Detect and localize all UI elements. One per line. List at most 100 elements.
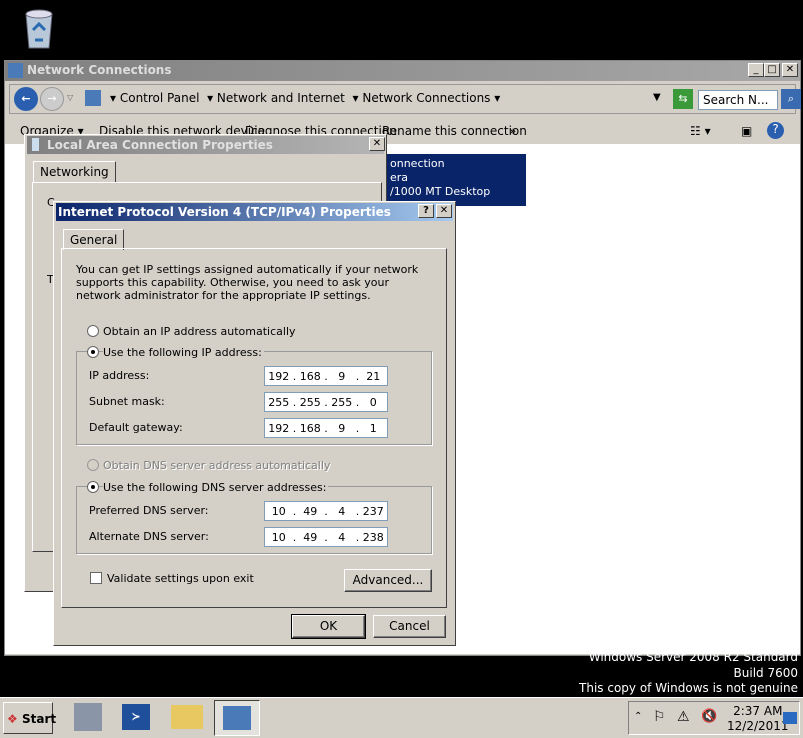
octet: 9 bbox=[338, 369, 346, 383]
crumb-control-panel[interactable]: ▾ Control Panel bbox=[110, 91, 199, 105]
close-button[interactable]: ✕ bbox=[436, 204, 452, 218]
octet: 9 bbox=[338, 421, 346, 435]
ip-address-field[interactable]: 192. 168. 9. 21 bbox=[264, 366, 388, 386]
action-center-flag-icon[interactable]: ⚐ bbox=[653, 709, 666, 725]
genuine-watermark: This copy of Windows is not genuine bbox=[579, 681, 798, 695]
recycle-bin-icon[interactable] bbox=[20, 6, 58, 52]
show-desktop-icon[interactable] bbox=[783, 712, 797, 724]
octet: 4 bbox=[338, 504, 346, 518]
octet: 4 bbox=[338, 530, 346, 544]
breadcrumb: ▾ Control Panel ▾ Network and Internet ▾… bbox=[110, 91, 500, 109]
connection-name: onnection bbox=[390, 157, 445, 170]
show-hidden-icons-icon[interactable]: ⌃ bbox=[634, 711, 642, 722]
rename-button[interactable]: Rename this connection bbox=[382, 124, 527, 138]
ip-address-label: IP address: bbox=[89, 369, 150, 382]
clock[interactable]: 2:37 AM 12/2/2011 bbox=[727, 704, 789, 734]
octet: 168 bbox=[299, 369, 321, 383]
close-button[interactable]: ✕ bbox=[369, 137, 385, 151]
advanced-button[interactable]: Advanced... bbox=[344, 569, 432, 592]
window-title: Network Connections bbox=[5, 61, 800, 81]
connection-status: era bbox=[390, 171, 409, 184]
crumb-network-connections[interactable]: ▾ Network Connections ▾ bbox=[353, 91, 501, 105]
octet: 10 bbox=[271, 530, 286, 544]
network-connections-task[interactable] bbox=[214, 700, 260, 736]
dialog-title: Local Area Connection Properties bbox=[27, 136, 384, 154]
clock-date: 12/2/2011 bbox=[727, 719, 789, 733]
selected-connection-item[interactable]: onnection era /1000 MT Desktop Adap... bbox=[386, 154, 526, 212]
tab-general[interactable]: General bbox=[63, 229, 125, 250]
crumb-label: Network Connections bbox=[362, 91, 491, 105]
use-following-dns-radio[interactable] bbox=[87, 481, 99, 493]
use-following-ip-label[interactable]: Use the following IP address: bbox=[103, 346, 264, 359]
start-button[interactable]: ❖ Start bbox=[3, 702, 56, 734]
help-icon[interactable]: ? bbox=[767, 122, 784, 139]
network-adapter-icon bbox=[32, 138, 39, 151]
intro-text: You can get IP settings assigned automat… bbox=[76, 263, 419, 302]
back-button[interactable]: ← bbox=[14, 87, 38, 111]
cancel-button[interactable]: Cancel bbox=[373, 615, 446, 638]
default-gateway-field[interactable]: 192. 168. 9. 1 bbox=[264, 418, 388, 438]
network-warning-icon[interactable]: ⚠ bbox=[677, 709, 690, 725]
refresh-icon[interactable]: ⇆ bbox=[673, 89, 693, 109]
crumb-network-internet[interactable]: ▾ Network and Internet bbox=[207, 91, 345, 105]
volume-muted-icon[interactable]: 🔇 bbox=[701, 709, 717, 724]
preview-pane-icon[interactable]: ▣ bbox=[741, 124, 752, 138]
octet: 49 bbox=[303, 530, 318, 544]
address-bar: ← → ▽ ▾ Control Panel ▾ Network and Inte… bbox=[9, 84, 801, 114]
use-following-dns-label[interactable]: Use the following DNS server addresses: bbox=[103, 481, 329, 494]
clock-time: 2:37 AM bbox=[733, 704, 783, 718]
octet: 10 bbox=[271, 504, 286, 518]
octet: 238 bbox=[362, 530, 384, 544]
preferred-dns-field[interactable]: 10. 49. 4. 237 bbox=[264, 501, 388, 521]
subnet-mask-field[interactable]: 255. 255. 255. 0 bbox=[264, 392, 388, 412]
default-gateway-label: Default gateway: bbox=[89, 421, 183, 434]
use-following-ip-radio[interactable] bbox=[87, 346, 99, 358]
dialog-title: Internet Protocol Version 4 (TCP/IPv4) P… bbox=[56, 203, 453, 221]
obtain-dns-auto-radio[interactable] bbox=[87, 459, 99, 471]
network-connections-icon bbox=[223, 706, 251, 730]
ipv4-properties-dialog: Internet Protocol Version 4 (TCP/IPv4) P… bbox=[53, 201, 456, 646]
alternate-dns-field[interactable]: 10. 49. 4. 238 bbox=[264, 527, 388, 547]
powershell-icon[interactable]: ≻ bbox=[122, 704, 150, 730]
forward-button[interactable]: → bbox=[40, 87, 64, 111]
alternate-dns-label: Alternate DNS server: bbox=[89, 530, 209, 543]
edition-watermark: Windows Server 2008 R2 Standard bbox=[588, 650, 798, 664]
address-dropdown-icon[interactable]: ▼ bbox=[653, 92, 661, 103]
server-manager-icon[interactable] bbox=[74, 703, 102, 731]
obtain-ip-auto-label[interactable]: Obtain an IP address automatically bbox=[103, 325, 296, 338]
octet: 1 bbox=[369, 421, 377, 435]
build-watermark: Build 7600 bbox=[733, 666, 798, 680]
octet: 255 bbox=[268, 395, 290, 409]
explorer-icon[interactable] bbox=[171, 705, 203, 729]
octet: 255 bbox=[299, 395, 321, 409]
notification-area: ⌃ ⚐ ⚠ 🔇 2:37 AM 12/2/2011 bbox=[628, 701, 800, 735]
obtain-dns-auto-label[interactable]: Obtain DNS server address automatically bbox=[103, 459, 330, 472]
validate-label[interactable]: Validate settings upon exit bbox=[107, 572, 254, 585]
windows-logo-icon: ❖ bbox=[7, 712, 18, 726]
help-button[interactable]: ? bbox=[418, 204, 434, 218]
validate-checkbox[interactable] bbox=[90, 572, 102, 584]
ok-button[interactable]: OK bbox=[291, 614, 366, 639]
history-dropdown-icon[interactable]: ▽ bbox=[67, 93, 73, 102]
search-input[interactable]: Search N... bbox=[698, 90, 778, 110]
octet: 49 bbox=[303, 504, 318, 518]
general-panel: You can get IP settings assigned automat… bbox=[61, 248, 447, 608]
minimize-button[interactable]: _ bbox=[748, 63, 764, 77]
search-icon[interactable]: ⌕ bbox=[781, 89, 801, 109]
octet: 0 bbox=[369, 395, 377, 409]
view-options-icon[interactable]: ☷ ▾ bbox=[690, 124, 711, 138]
close-button[interactable]: ✕ bbox=[782, 63, 798, 77]
crumb-label: Network and Internet bbox=[216, 91, 345, 105]
maximize-button[interactable]: □ bbox=[764, 63, 780, 77]
more-commands-button[interactable]: » bbox=[509, 124, 516, 138]
network-folder-icon bbox=[8, 63, 23, 78]
obtain-ip-auto-radio[interactable] bbox=[87, 325, 99, 337]
tab-networking[interactable]: Networking bbox=[33, 161, 116, 182]
subnet-mask-label: Subnet mask: bbox=[89, 395, 165, 408]
taskbar: ❖ Start ≻ ⌃ ⚐ ⚠ 🔇 2:37 AM 12/2/2011 bbox=[0, 697, 803, 738]
crumb-label: Control Panel bbox=[119, 91, 200, 105]
octet: 255 bbox=[331, 395, 353, 409]
octet: 21 bbox=[366, 369, 381, 383]
preferred-dns-label: Preferred DNS server: bbox=[89, 504, 209, 517]
octet: 168 bbox=[299, 421, 321, 435]
